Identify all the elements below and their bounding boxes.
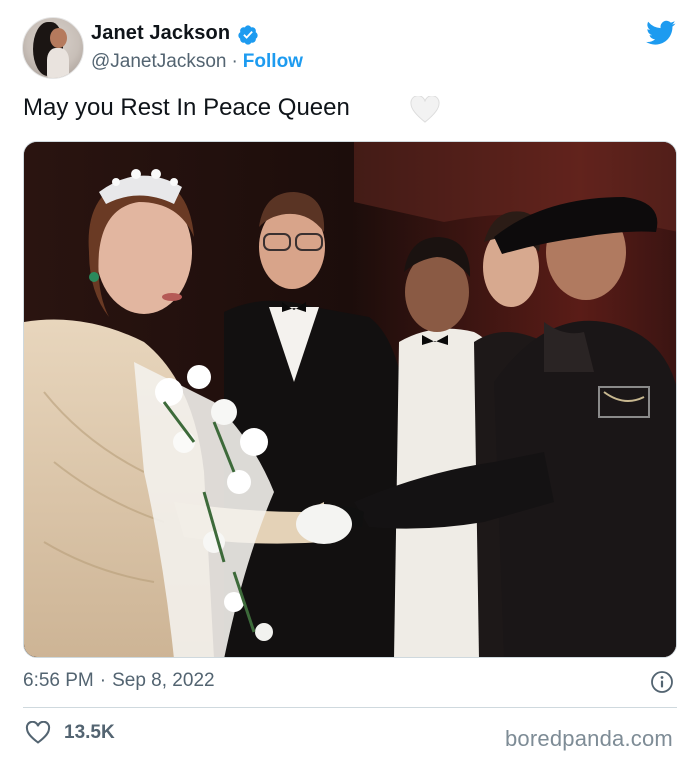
tweet-time: 6:56 PM [23,670,94,691]
tweet-card: Janet Jackson @JanetJackson · Follow May y… [0,0,700,760]
tweet-text: May you Rest In Peace Queen [23,94,350,121]
twitter-bird-icon[interactable] [646,20,676,46]
author-handle[interactable]: @JanetJackson [91,51,226,72]
watermark: boredpanda.com [505,726,673,751]
photo-scene [24,142,676,657]
follow-button[interactable]: Follow [243,51,303,72]
tweet-photo[interactable] [23,141,677,658]
avatar[interactable] [22,17,84,79]
meta-separator: · [99,670,107,691]
author-name[interactable]: Janet Jackson [91,22,230,45]
white-heart-icon [410,96,440,123]
tweet-timestamp[interactable]: 6:56 PM · Sep 8, 2022 [23,670,215,692]
heart-outline-icon[interactable] [25,721,51,745]
tweet-date: Sep 8, 2022 [112,670,215,691]
like-count[interactable]: 13.5K [64,722,115,744]
verified-badge-icon [238,25,258,45]
handle-line: @JanetJackson · Follow [91,51,303,73]
info-icon[interactable] [650,670,674,694]
separator: · [231,51,238,72]
divider [23,707,677,708]
